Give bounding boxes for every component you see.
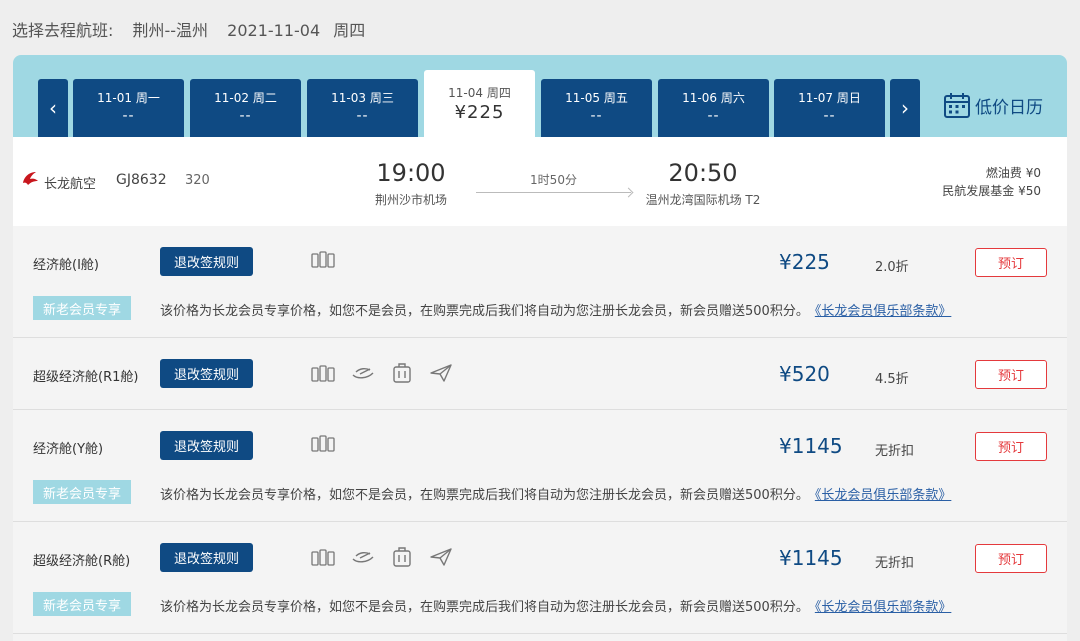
luggage-icon — [311, 435, 335, 452]
member-note-text: 该价格为长龙会员专享价格，如您不是会员，在购票完成后我们将自动为您注册长龙会员，… — [160, 600, 809, 615]
flight-number: GJ8632 — [116, 172, 167, 188]
title-weekday: 周四 — [333, 21, 366, 40]
arrival-time: 20:50 — [668, 159, 738, 187]
date-tab-1102[interactable]: 11-02 周二 -- — [190, 79, 301, 137]
page-title: 选择去程航班: 荆州--温州 2021-11-04 周四 — [12, 17, 379, 41]
cabin-row: 超级经济舱(R舱) 退改签规则 ¥1145 无折扣 预订 新老会员专享 该价格为… — [13, 522, 1067, 634]
date-tab-1103[interactable]: 11-03 周三 -- — [307, 79, 418, 137]
member-terms-link[interactable]: 《长龙会员俱乐部条款》 — [815, 488, 952, 503]
low-price-calendar-label: 低价日历 — [975, 97, 1043, 118]
airline-name: 长龙航空 — [44, 177, 97, 192]
date-tab-1101[interactable]: 11-01 周一 -- — [73, 79, 184, 137]
cabin-price: ¥225 — [779, 250, 830, 274]
date-tab-price: -- — [122, 108, 135, 124]
flight-info-row: 长龙航空 GJ8632 320 19:00 荆州沙市机场 1时50分 20:50… — [13, 137, 1067, 226]
date-tab-date: 11-01 周一 — [97, 91, 160, 105]
date-tab-price: -- — [590, 108, 603, 124]
date-tab-price: -- — [356, 108, 369, 124]
date-tab-price: -- — [823, 108, 836, 124]
arrival-airport: 温州龙湾国际机场 T2 — [645, 193, 761, 207]
service-icons — [311, 362, 453, 384]
date-tab-1104-selected[interactable]: 11-04 周四 ¥225 — [424, 70, 535, 137]
book-button[interactable]: 预订 — [975, 248, 1047, 277]
meal-icon — [352, 367, 374, 379]
cabin-name: 经济舱(Y舱) — [33, 442, 104, 457]
date-tab-1107[interactable]: 11-07 周日 -- — [774, 79, 885, 137]
cabin-price: ¥520 — [779, 362, 830, 386]
date-tab-date: 11-05 周五 — [565, 91, 628, 105]
flight-duration: 1时50分 — [530, 173, 577, 187]
departure-airport: 荆州沙市机场 — [374, 193, 447, 207]
member-note: 该价格为长龙会员专享价格，如您不是会员，在购票完成后我们将自动为您注册长龙会员，… — [160, 300, 951, 319]
carry-on-icon — [393, 547, 411, 567]
date-tab-price: ¥225 — [454, 102, 505, 123]
aircraft-type: 320 — [185, 173, 210, 188]
cabin-name: 经济舱(I舱) — [33, 258, 99, 273]
date-tab-date: 11-06 周六 — [682, 91, 745, 105]
paper-plane-icon — [430, 364, 452, 382]
flight-card: ‹ 11-01 周一 -- 11-02 周二 -- 11-03 周三 -- 11… — [13, 55, 1067, 641]
member-note-text: 该价格为长龙会员专享价格，如您不是会员，在购票完成后我们将自动为您注册长龙会员，… — [160, 488, 809, 503]
departure-time: 19:00 — [376, 159, 446, 187]
cabin-discount: 2.0折 — [875, 260, 909, 275]
fuel-fee: 燃油费 ¥0 — [985, 166, 1041, 180]
member-terms-link[interactable]: 《长龙会员俱乐部条款》 — [815, 600, 952, 615]
cabin-row: 经济舱(Y舱) 退改签规则 ¥1145 无折扣 预订 新老会员专享 该价格为长龙… — [13, 410, 1067, 522]
service-icons — [311, 434, 335, 452]
luggage-icon — [311, 365, 335, 382]
member-note: 该价格为长龙会员专享价格，如您不是会员，在购票完成后我们将自动为您注册长龙会员，… — [160, 484, 951, 503]
date-tab-1105[interactable]: 11-05 周五 -- — [541, 79, 652, 137]
title-route: 荆州--温州 — [132, 21, 209, 40]
date-tab-date: 11-02 周二 — [214, 91, 277, 105]
service-icons — [311, 546, 453, 568]
service-icons — [311, 250, 335, 268]
refund-rules-button[interactable]: 退改签规则 — [160, 431, 253, 460]
cabin-discount: 4.5折 — [875, 372, 909, 387]
date-selector-band: ‹ 11-01 周一 -- 11-02 周二 -- 11-03 周三 -- 11… — [13, 55, 1067, 137]
book-button[interactable]: 预订 — [975, 432, 1047, 461]
next-week-button[interactable]: › — [890, 79, 920, 137]
member-note: 该价格为长龙会员专享价格，如您不是会员，在购票完成后我们将自动为您注册长龙会员，… — [160, 596, 951, 615]
airport-fee: 民航发展基金 ¥50 — [942, 184, 1041, 198]
cabin-row: 超级经济舱(R1舱) 退改签规则 ¥520 4.5折 预订 — [13, 338, 1067, 410]
low-price-calendar-button[interactable]: 低价日历 — [943, 91, 1043, 119]
luggage-icon — [311, 251, 335, 268]
refund-rules-button[interactable]: 退改签规则 — [160, 359, 253, 388]
date-tab-price: -- — [239, 108, 252, 124]
meal-icon — [352, 551, 374, 563]
date-tab-date: 11-07 周日 — [798, 91, 861, 105]
member-note-text: 该价格为长龙会员专享价格，如您不是会员，在购票完成后我们将自动为您注册长龙会员，… — [160, 304, 809, 319]
airline-logo-icon — [23, 172, 38, 185]
cabin-discount: 无折扣 — [875, 444, 915, 459]
prev-week-button[interactable]: ‹ — [38, 79, 68, 137]
fees: 燃油费 ¥0 民航发展基金 ¥50 — [942, 164, 1041, 200]
refund-rules-button[interactable]: 退改签规则 — [160, 543, 253, 572]
date-tab-date: 11-03 周三 — [331, 91, 394, 105]
title-prefix: 选择去程航班: — [12, 21, 114, 40]
cabin-row: 经济舱(I舱) 退改签规则 ¥225 2.0折 预订 新老会员专享 该价格为长龙… — [13, 226, 1067, 338]
cabin-price: ¥1145 — [779, 546, 843, 570]
paper-plane-icon — [430, 548, 452, 566]
luggage-icon — [311, 549, 335, 566]
date-tab-price: -- — [707, 108, 720, 124]
member-badge: 新老会员专享 — [33, 480, 131, 504]
cabin-name: 超级经济舱(R1舱) — [33, 370, 139, 385]
member-badge: 新老会员专享 — [33, 592, 131, 616]
cabin-name: 超级经济舱(R舱) — [33, 554, 131, 569]
title-date: 2021-11-04 — [227, 21, 321, 40]
duration-arrow — [476, 192, 631, 193]
member-badge: 新老会员专享 — [33, 296, 131, 320]
book-button[interactable]: 预订 — [975, 360, 1047, 389]
book-button[interactable]: 预订 — [975, 544, 1047, 573]
date-tab-date: 11-04 周四 — [448, 86, 511, 100]
date-tab-1106[interactable]: 11-06 周六 -- — [658, 79, 769, 137]
member-terms-link[interactable]: 《长龙会员俱乐部条款》 — [815, 304, 952, 319]
calendar-icon — [944, 93, 970, 118]
cabin-price: ¥1145 — [779, 434, 843, 458]
refund-rules-button[interactable]: 退改签规则 — [160, 247, 253, 276]
carry-on-icon — [393, 363, 411, 383]
cabin-discount: 无折扣 — [875, 556, 915, 571]
